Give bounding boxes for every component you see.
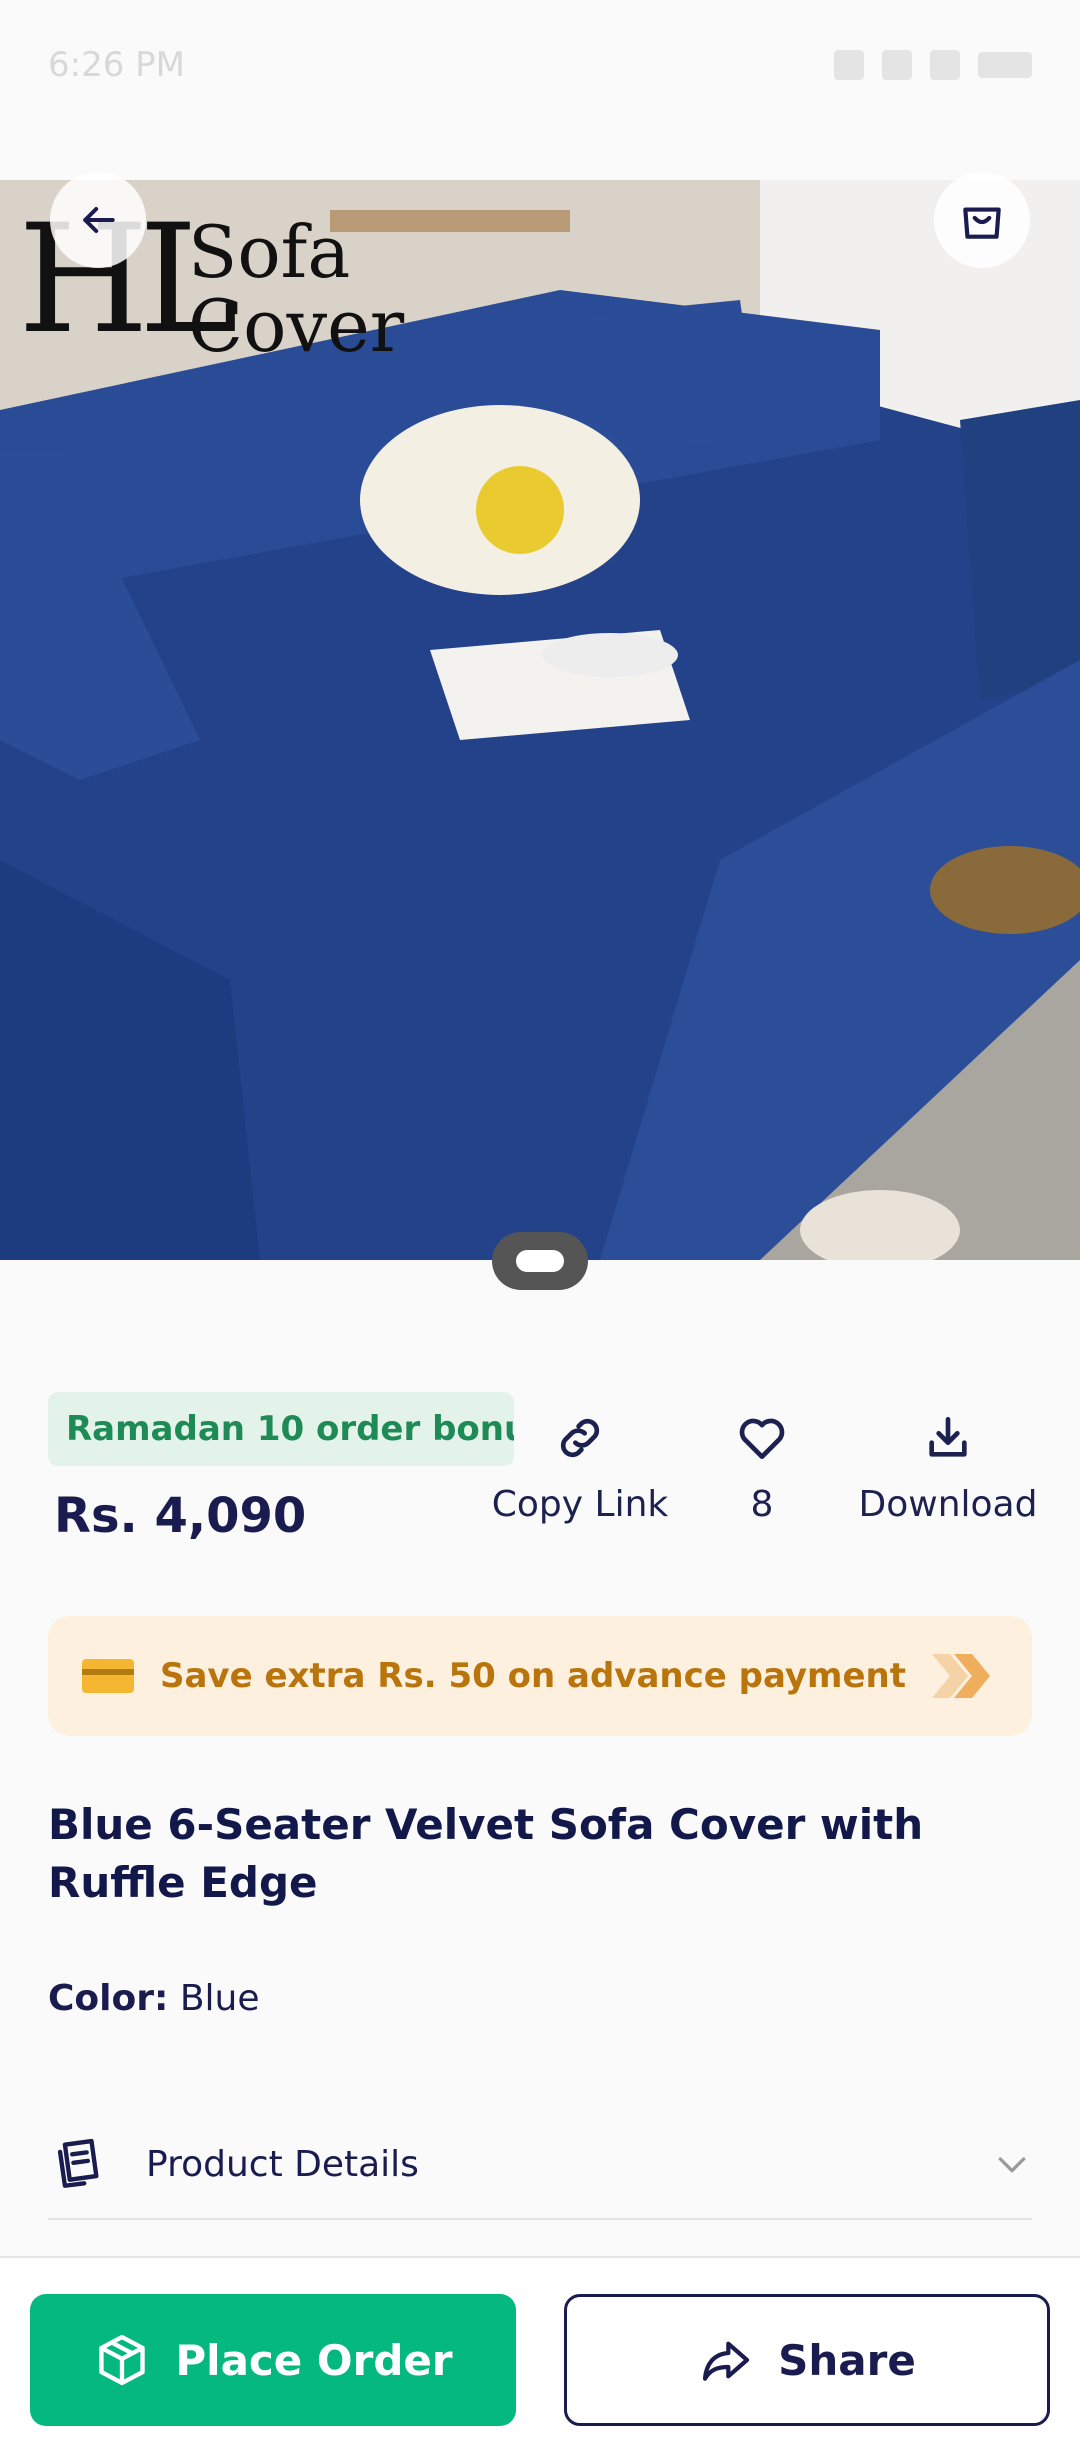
product-price: Rs. 4,090 [54, 1488, 307, 1544]
logo-text-line1: Sofa [188, 210, 351, 294]
cart-button[interactable] [934, 172, 1030, 268]
shopping-bag-icon [963, 207, 1001, 239]
logo-text: Sofa Cover [188, 215, 404, 363]
place-order-label: Place Order [175, 2335, 453, 2385]
promo-chip[interactable]: Ramadan 10 order bonu... [48, 1392, 514, 1466]
share-label: Share [778, 2335, 916, 2385]
product-title: Blue 6-Seater Velvet Sofa Cover with Ruf… [48, 1800, 924, 1907]
color-row: Color: Blue [48, 1978, 260, 2019]
advance-payment-banner[interactable]: Save extra Rs. 50 on advance payment [48, 1616, 1032, 1736]
product-details-label: Product Details [146, 2143, 419, 2185]
signal-icon [930, 50, 960, 80]
signal-icon [834, 50, 864, 80]
share-button[interactable]: Share [564, 2294, 1050, 2426]
link-icon [560, 1418, 600, 1458]
back-arrow-icon [83, 206, 115, 234]
logo-text-line2: Cover [188, 284, 405, 368]
box-icon [99, 2334, 146, 2386]
download-label: Download [858, 1484, 1038, 1525]
back-button[interactable] [50, 172, 146, 268]
battery-icon [978, 52, 1032, 78]
like-count: 8 [750, 1484, 774, 1525]
document-icon [57, 2138, 99, 2188]
status-time: 6:26 PM [48, 45, 185, 85]
color-value: Blue [179, 1978, 260, 2019]
copy-link-label: Copy Link [491, 1484, 669, 1525]
advance-payment-text: Save extra Rs. 50 on advance payment [160, 1656, 906, 1696]
bottom-action-bar: Place Order Share [0, 2256, 1080, 2462]
chevron-down-icon [998, 2157, 1026, 2173]
card-icon [82, 1659, 134, 1693]
copy-link-button[interactable]: Copy Link [490, 1410, 670, 1525]
heart-icon [739, 1418, 785, 1459]
like-button[interactable]: 8 [672, 1410, 852, 1525]
share-icon [703, 2341, 750, 2381]
status-bar: 6:26 PM [0, 0, 1080, 130]
place-order-button[interactable]: Place Order [30, 2294, 516, 2426]
download-icon [929, 1417, 967, 1457]
image-pager-indicator[interactable] [492, 1232, 588, 1290]
status-icons [834, 50, 1032, 80]
product-details-row[interactable]: Product Details [48, 2110, 1032, 2220]
double-chevron-icon [928, 1650, 998, 1702]
pager-dot [516, 1250, 564, 1272]
wifi-icon [882, 50, 912, 80]
color-label: Color: [48, 1978, 169, 2019]
download-button[interactable]: Download [858, 1410, 1038, 1525]
